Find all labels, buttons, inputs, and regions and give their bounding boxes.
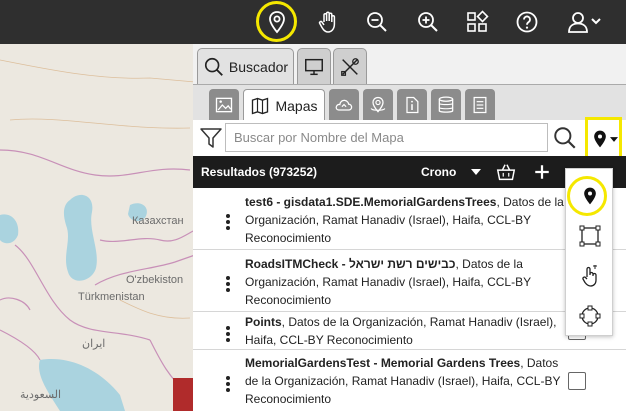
item-title[interactable]: RoadsITMCheck - כבישים רשת ישראל (245, 257, 456, 271)
search-input[interactable] (225, 123, 548, 152)
panel-tab-strip: Buscador (193, 44, 626, 84)
user-menu-button[interactable] (560, 4, 610, 40)
subtab-list[interactable] (465, 89, 495, 121)
list-icon (473, 96, 487, 114)
list-item[interactable]: Points, Datos de la Organización, Ramat … (193, 312, 626, 350)
item-description: , Datos de la Organización, Ramat Hanadi… (245, 315, 557, 347)
search-panel: Buscador Mapas Buscar por Nombre del Map… (193, 44, 626, 411)
polygon-select-icon (579, 305, 601, 327)
results-count: Resultados (973252) (201, 165, 318, 179)
zoom-in-icon (418, 12, 438, 32)
dropdown-point-option[interactable] (574, 180, 606, 212)
zoom-in-button[interactable] (410, 4, 446, 40)
zoom-out-icon (367, 12, 387, 32)
item-menu-button[interactable] (221, 324, 235, 344)
hand-touch-icon (582, 265, 597, 287)
zoom-out-button[interactable] (359, 4, 395, 40)
rectangle-select-icon (579, 225, 601, 247)
item-menu-button[interactable] (221, 212, 235, 232)
map-icon (252, 97, 269, 114)
help-icon (516, 11, 538, 33)
item-title[interactable]: Points (245, 315, 282, 329)
caret-down-icon (610, 137, 618, 142)
subtab-mapas-label: Mapas (275, 97, 318, 114)
subtab-upload[interactable] (329, 89, 359, 121)
top-toolbar (0, 0, 626, 44)
map-pin-icon (584, 187, 596, 205)
basket-icon[interactable] (495, 161, 517, 183)
dropdown-touch-option[interactable] (574, 260, 606, 292)
cloud-upload-icon (335, 99, 353, 111)
item-menu-button[interactable] (221, 274, 235, 294)
subtab-row: Mapas (193, 84, 626, 121)
item-title[interactable]: test6 - gisdata1.SDE.MemorialGardensTree… (245, 195, 496, 209)
search-row (193, 117, 626, 161)
subtab-mapas[interactable]: Mapas (243, 89, 325, 121)
search-button[interactable] (552, 125, 578, 151)
highlight-ring (256, 1, 297, 42)
search-icon (554, 127, 576, 149)
list-item[interactable]: RoadsITMCheck - כבישים רשת ישראל, Datos … (193, 250, 626, 312)
result-list: test6 - gisdata1.SDE.MemorialGardensTree… (193, 188, 626, 411)
pan-button[interactable] (310, 4, 346, 40)
help-button[interactable] (509, 4, 545, 40)
list-item[interactable]: test6 - gisdata1.SDE.MemorialGardensTree… (193, 188, 626, 250)
hand-pan-icon (318, 11, 336, 33)
map-label-kazakhstan: Казахстан (132, 215, 184, 227)
tab-buscador[interactable]: Buscador (197, 48, 294, 84)
dropdown-polygon-option[interactable] (574, 300, 606, 332)
map-label-turkmenistan: Türkmenistan (78, 291, 145, 303)
sort-caret-icon[interactable] (471, 169, 481, 175)
item-checkbox[interactable] (568, 372, 586, 390)
layers-button[interactable] (459, 4, 495, 40)
layers-grid-icon (467, 10, 489, 32)
tools-icon (341, 57, 359, 76)
list-item[interactable]: MemorialGardensTest - Memorial Gardens T… (193, 350, 626, 411)
subtab-images[interactable] (209, 89, 239, 121)
map-label-saudi-arabia: السعودية (20, 389, 62, 401)
dropdown-rectangle-option[interactable] (574, 220, 606, 252)
monitor-icon (305, 58, 323, 75)
map-feature-marker (173, 378, 195, 411)
spatial-filter-toggle[interactable] (585, 117, 622, 161)
add-icon[interactable] (533, 163, 551, 181)
sort-select-label[interactable]: Crono (421, 165, 456, 179)
spatial-filter-dropdown (565, 168, 613, 336)
user-menu-icon (568, 12, 601, 33)
tab-tools[interactable] (333, 48, 367, 84)
geo-service-icon (370, 96, 386, 113)
subtab-geo-service[interactable] (363, 89, 393, 121)
subtab-database[interactable] (431, 89, 461, 121)
tab-monitor[interactable] (297, 48, 331, 84)
subtab-document-info[interactable] (397, 89, 427, 121)
search-icon (204, 57, 223, 76)
filter-icon (200, 128, 222, 148)
filter-button[interactable] (199, 126, 223, 150)
database-icon (438, 96, 454, 113)
map-label-uzbekistan: O'zbekiston (126, 274, 184, 286)
map-pin-icon (594, 130, 606, 148)
image-icon (215, 97, 233, 113)
item-title[interactable]: MemorialGardensTest - Memorial Gardens T… (245, 356, 520, 370)
results-header: Resultados (973252) Crono (193, 156, 626, 188)
document-info-icon (406, 96, 419, 114)
item-menu-button[interactable] (221, 374, 235, 394)
map-label-iran: ایران (82, 338, 106, 350)
tab-buscador-label: Buscador (228, 58, 289, 75)
